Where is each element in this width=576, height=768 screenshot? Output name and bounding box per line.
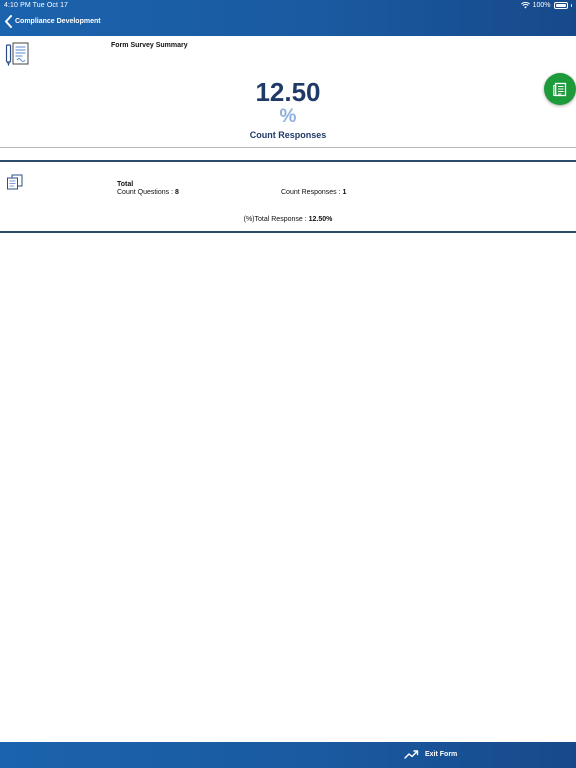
count-questions-label: Count Questions : (117, 189, 175, 196)
chevron-left-icon (5, 15, 12, 28)
copy-documents-icon (7, 174, 23, 190)
count-responses-label: Count Responses : (281, 189, 343, 196)
trend-up-icon (404, 750, 419, 759)
top-bar: 4:10 PM Tue Oct 17 100% Compliance Devel… (0, 0, 576, 36)
battery-icon (553, 2, 568, 9)
bottom-bar: Exit Form (0, 742, 576, 768)
exit-form-label: Exit Form (425, 750, 458, 758)
battery-percent: 100% (532, 2, 551, 9)
response-caption: Count Responses (249, 130, 327, 140)
section-divider-bottom (0, 231, 576, 233)
summary-title: Form Survey Summary (111, 42, 188, 49)
status-time: 4:10 PM Tue Oct 17 (4, 2, 69, 9)
response-percentage-value: 12.50 (255, 77, 321, 107)
total-response-value: 12.50% (308, 216, 333, 223)
count-questions-value: 8 (174, 189, 179, 196)
status-indicators: 100% (520, 2, 572, 9)
section-divider-top (0, 160, 576, 162)
total-response: (%)Total Response : 12.50% (0, 216, 576, 223)
form-document-icon (5, 42, 29, 66)
exit-form-button[interactable]: Exit Form (404, 749, 457, 759)
count-questions: Count Questions : 8 (117, 189, 179, 196)
battery-tip (570, 4, 572, 7)
percent-symbol: % (279, 106, 297, 127)
total-response-label: (%)Total Response : (243, 216, 309, 223)
back-button[interactable]: Compliance Development (4, 15, 101, 28)
count-responses: Count Responses : 1 (281, 189, 346, 196)
wifi-icon (520, 2, 530, 9)
total-label: Total (117, 181, 134, 188)
divider (0, 147, 576, 148)
count-responses-value: 1 (342, 189, 347, 196)
back-button-label: Compliance Development (15, 18, 101, 25)
